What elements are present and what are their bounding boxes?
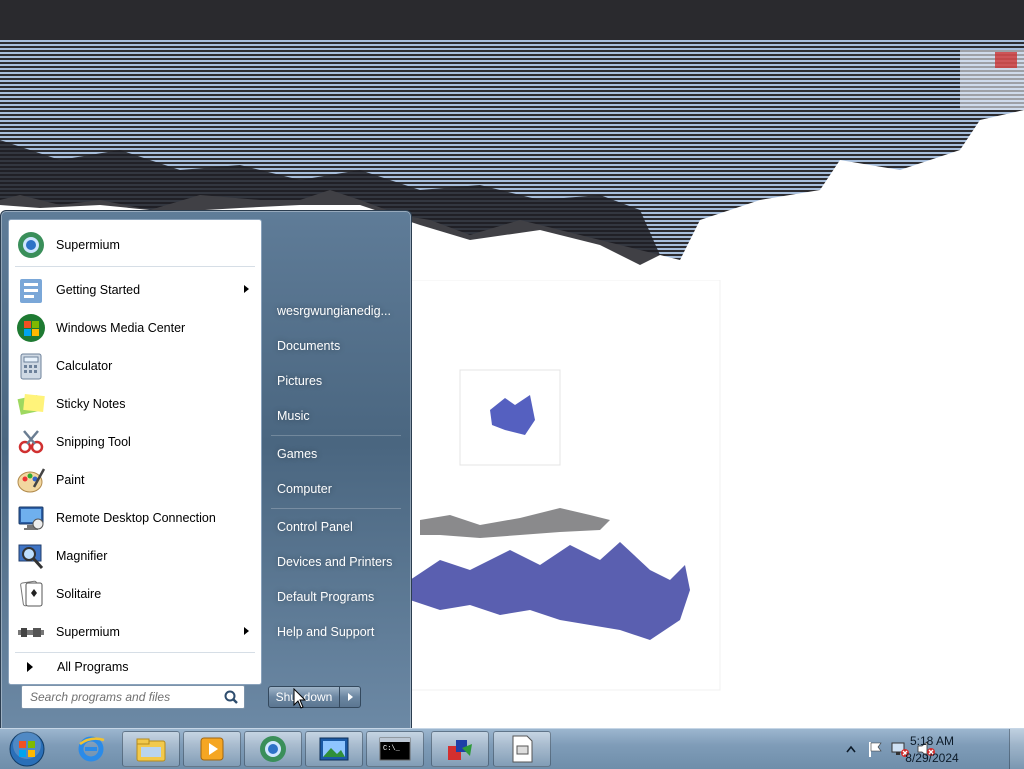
- taskbar-command-prompt[interactable]: C:\_: [366, 731, 424, 767]
- place-documents[interactable]: Documents: [267, 332, 403, 360]
- place-user-folder[interactable]: wesrgwungianedig...: [267, 297, 403, 325]
- photo-viewer-icon: [319, 737, 349, 761]
- place-default-programs[interactable]: Default Programs: [267, 583, 403, 611]
- supermium-small-icon: [15, 616, 47, 648]
- divider: [15, 652, 255, 653]
- getting-started-icon: [15, 274, 47, 306]
- program-getting-started[interactable]: Getting Started: [11, 273, 259, 307]
- document-icon: [512, 735, 533, 763]
- program-supermium[interactable]: Supermium: [11, 228, 259, 262]
- taskbar-shapes-app[interactable]: [431, 731, 489, 767]
- media-player-icon: [200, 737, 224, 761]
- all-programs-label: All Programs: [57, 660, 129, 674]
- svg-text:C:\_: C:\_: [383, 745, 401, 753]
- solitaire-icon: [15, 578, 47, 610]
- supermium-icon: [15, 229, 47, 261]
- program-remote-desktop-connection[interactable]: Remote Desktop Connection: [11, 501, 259, 535]
- program-paint[interactable]: Paint: [11, 463, 259, 497]
- show-desktop-button[interactable]: [1009, 729, 1024, 769]
- program-label: Supermium: [56, 625, 120, 639]
- divider: [271, 435, 401, 436]
- start-menu: Supermium Getting Started Windows Media …: [0, 210, 412, 730]
- system-tray: 5:18 AM 8/29/2024: [834, 729, 1024, 769]
- program-label: Getting Started: [56, 283, 141, 297]
- place-games[interactable]: Games: [267, 440, 403, 468]
- program-sticky-notes[interactable]: Sticky Notes: [11, 387, 259, 421]
- remote-desktop-icon: [15, 502, 47, 534]
- clock-time[interactable]: 5:18 AM: [892, 734, 972, 748]
- program-label: Windows Media Center: [56, 321, 186, 335]
- all-programs-arrow-icon: [27, 662, 33, 672]
- program-label: Solitaire: [56, 587, 102, 601]
- program-magnifier[interactable]: Magnifier: [11, 539, 259, 573]
- program-label: Remote Desktop Connection: [56, 511, 216, 525]
- submenu-arrow-icon[interactable]: [244, 285, 249, 293]
- file-explorer-icon: [136, 738, 166, 762]
- all-programs-button[interactable]: All Programs: [11, 654, 259, 680]
- mouse-cursor-icon: [293, 688, 307, 709]
- start-button[interactable]: [6, 729, 48, 769]
- snipping-tool-icon: [15, 426, 47, 458]
- taskbar: C:\_ 5:18 AM 8/29/2024: [0, 728, 1024, 769]
- divider: [271, 508, 401, 509]
- place-computer[interactable]: Computer: [267, 475, 403, 503]
- media-center-icon: [15, 312, 47, 344]
- program-label: Snipping Tool: [56, 435, 131, 449]
- program-solitaire[interactable]: Solitaire: [11, 577, 259, 611]
- search-input[interactable]: [28, 687, 222, 707]
- place-music[interactable]: Music: [267, 402, 403, 430]
- taskbar-supermium[interactable]: [244, 731, 302, 767]
- program-label: Calculator: [56, 359, 113, 373]
- place-control-panel[interactable]: Control Panel: [267, 513, 403, 541]
- magnifier-icon: [15, 540, 47, 572]
- divider: [15, 266, 255, 267]
- submenu-arrow-icon[interactable]: [244, 627, 249, 635]
- sticky-notes-icon: [15, 388, 47, 420]
- program-label: Supermium: [56, 238, 120, 252]
- program-snipping-tool[interactable]: Snipping Tool: [11, 425, 259, 459]
- show-hidden-icons-icon[interactable]: [846, 745, 856, 753]
- paint-icon: [15, 464, 47, 496]
- supermium-browser-icon: [260, 736, 286, 762]
- taskbar-media-player[interactable]: [183, 731, 241, 767]
- action-center-flag-icon[interactable]: [866, 740, 884, 758]
- search-box[interactable]: [21, 685, 245, 709]
- place-pictures[interactable]: Pictures: [267, 367, 403, 395]
- taskbar-internet-explorer[interactable]: [62, 731, 120, 767]
- internet-explorer-icon: [78, 736, 105, 762]
- program-label: Sticky Notes: [56, 397, 126, 411]
- command-prompt-icon: C:\_: [379, 737, 411, 761]
- program-label: Paint: [56, 473, 85, 487]
- program-windows-media-center[interactable]: Windows Media Center: [11, 311, 259, 345]
- shutdown-options-button[interactable]: [339, 686, 361, 708]
- places-pane: wesrgwungianedig... Documents Pictures M…: [263, 219, 409, 683]
- shapes-app-icon: [448, 740, 472, 760]
- taskbar-photo-viewer[interactable]: [305, 731, 363, 767]
- chevron-right-icon: [347, 693, 353, 701]
- program-supermium-folder[interactable]: Supermium: [11, 615, 259, 649]
- program-label: Magnifier: [56, 549, 108, 563]
- taskbar-file-explorer[interactable]: [122, 731, 180, 767]
- place-help-and-support[interactable]: Help and Support: [267, 618, 403, 646]
- taskbar-document[interactable]: [493, 731, 551, 767]
- clock-date[interactable]: 8/29/2024: [892, 751, 972, 765]
- windows-logo-icon: [9, 731, 45, 767]
- place-devices-and-printers[interactable]: Devices and Printers: [267, 548, 403, 576]
- calculator-icon: [15, 350, 47, 382]
- programs-pane: Supermium Getting Started Windows Media …: [8, 219, 262, 685]
- program-calculator[interactable]: Calculator: [11, 349, 259, 383]
- search-icon[interactable]: [222, 688, 240, 706]
- desktop-glitch-window: [410, 280, 721, 691]
